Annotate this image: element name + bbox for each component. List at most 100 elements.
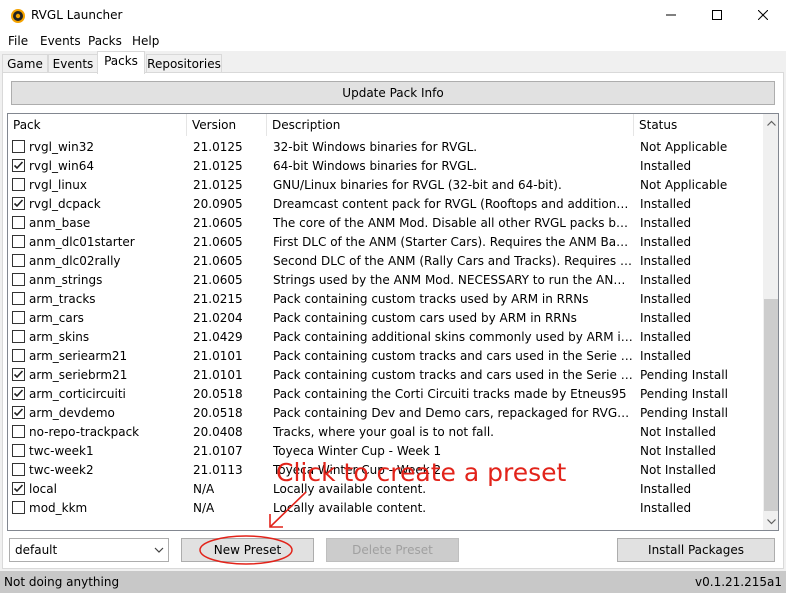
pack-status: Installed <box>640 159 692 173</box>
row-checkbox[interactable] <box>12 273 25 286</box>
row-checkbox[interactable] <box>12 254 25 267</box>
column-header-version[interactable]: Version <box>187 114 267 136</box>
pack-status: Installed <box>640 292 692 306</box>
tab-events[interactable]: Events <box>48 54 98 73</box>
pack-description: Pack containing custom tracks used by AR… <box>273 292 589 306</box>
table-row[interactable]: anm_dlc01starter 21.0605 First DLC of the … <box>8 232 763 251</box>
column-header-description[interactable]: Description <box>267 114 634 136</box>
pack-version: 21.0605 <box>193 216 243 230</box>
checkmark-icon <box>13 389 24 398</box>
menu-events[interactable]: Events <box>40 34 81 48</box>
table-row[interactable]: rvgl_win64 21.0125 64-bit Windows binaries… <box>8 156 763 175</box>
table-row[interactable]: arm_seriebrm21 21.0101 Pack containing cus… <box>8 365 763 384</box>
row-checkbox[interactable] <box>12 482 25 495</box>
checkmark-icon <box>13 484 24 493</box>
pack-version: 21.0101 <box>193 349 243 363</box>
row-checkbox[interactable] <box>12 444 25 457</box>
row-checkbox[interactable] <box>12 197 25 210</box>
preset-dropdown[interactable]: default <box>9 538 169 562</box>
menu-packs[interactable]: Packs <box>88 34 122 48</box>
row-checkbox[interactable] <box>12 140 25 153</box>
pack-name: arm_skins <box>29 330 90 344</box>
version-label: v0.1.21.215a1 <box>695 575 782 589</box>
table-row[interactable]: no-repo-trackpack 20.0408 Tracks, where yo… <box>8 422 763 441</box>
pack-version: 21.0125 <box>193 159 243 173</box>
pack-description: 64-bit Windows binaries for RVGL. <box>273 159 478 173</box>
pack-name: rvgl_win32 <box>29 140 95 154</box>
row-checkbox[interactable] <box>12 349 25 362</box>
row-checkbox[interactable] <box>12 216 25 229</box>
pack-description: 32-bit Windows binaries for RVGL. <box>273 140 478 154</box>
table-row[interactable]: mod_kkm N/A Locally available content. Inst… <box>8 498 763 517</box>
minimize-button[interactable] <box>648 0 694 30</box>
pack-version: 21.0215 <box>193 292 243 306</box>
pack-version: 21.0429 <box>193 330 243 344</box>
tab-game[interactable]: Game <box>2 54 48 73</box>
pack-name: arm_devdemo <box>29 406 115 420</box>
table-row[interactable]: anm_strings 21.0605 Strings used by the AN… <box>8 270 763 289</box>
row-checkbox[interactable] <box>12 406 25 419</box>
pack-name: twc-week1 <box>29 444 94 458</box>
scroll-down-button[interactable] <box>763 513 778 530</box>
pack-name: no-repo-trackpack <box>29 425 140 439</box>
pack-version: 20.0905 <box>193 197 243 211</box>
table-row[interactable]: arm_seriearm21 21.0101 Pack containing cus… <box>8 346 763 365</box>
tab-packs[interactable]: Packs <box>97 51 145 74</box>
table-row[interactable]: anm_base 21.0605 The core of the ANM Mod. … <box>8 213 763 232</box>
row-checkbox[interactable] <box>12 311 25 324</box>
column-header-pack[interactable]: Pack <box>8 114 187 136</box>
close-button[interactable] <box>740 0 786 30</box>
row-checkbox[interactable] <box>12 330 25 343</box>
pack-name: arm_seriearm21 <box>29 349 128 363</box>
pack-version: 20.0518 <box>193 387 243 401</box>
pack-name: anm_strings <box>29 273 103 287</box>
maximize-button[interactable] <box>694 0 740 30</box>
row-checkbox[interactable] <box>12 368 25 381</box>
menu-file[interactable]: File <box>8 34 28 48</box>
table-row[interactable]: anm_dlc02rally 21.0605 Second DLC of the A… <box>8 251 763 270</box>
install-packages-button[interactable]: Install Packages <box>617 538 775 562</box>
pack-description: Pack containing Dev and Demo cars, repac… <box>273 406 633 420</box>
table-row[interactable]: arm_corticircuiti 20.0518 Pack containing … <box>8 384 763 403</box>
row-checkbox[interactable] <box>12 292 25 305</box>
vertical-scrollbar[interactable] <box>763 114 778 530</box>
scroll-up-button[interactable] <box>763 114 778 131</box>
menu-help[interactable]: Help <box>132 34 159 48</box>
scrollbar-thumb[interactable] <box>764 299 778 511</box>
row-checkbox[interactable] <box>12 425 25 438</box>
preset-selected-value: default <box>15 543 58 557</box>
pack-status: Not Installed <box>640 463 716 477</box>
pack-name: rvgl_dcpack <box>29 197 101 211</box>
pack-description: Dreamcast content pack for RVGL (Rooftop… <box>273 197 633 211</box>
row-checkbox[interactable] <box>12 501 25 514</box>
pack-status: Installed <box>640 216 692 230</box>
column-header-status[interactable]: Status <box>634 114 763 136</box>
pack-description: Pack containing custom cars used by ARM … <box>273 311 577 325</box>
pack-name: anm_dlc02rally <box>29 254 121 268</box>
pack-status: Not Installed <box>640 444 716 458</box>
pack-name: arm_corticircuiti <box>29 387 126 401</box>
menu-bar: File Events Packs Help <box>0 30 786 51</box>
table-row[interactable]: rvgl_linux 21.0125 GNU/Linux binaries for … <box>8 175 763 194</box>
table-row[interactable]: arm_skins 21.0429 Pack containing addition… <box>8 327 763 346</box>
pack-description: The core of the ANM Mod. Disable all oth… <box>273 216 633 230</box>
pack-description: Pack containing the Corti Circuiti track… <box>273 387 627 401</box>
new-preset-button[interactable]: New Preset <box>181 538 314 562</box>
table-row[interactable]: rvgl_dcpack 20.0905 Dreamcast content pack… <box>8 194 763 213</box>
row-checkbox[interactable] <box>12 387 25 400</box>
update-pack-info-button[interactable]: Update Pack Info <box>11 81 775 105</box>
table-row[interactable]: rvgl_win32 21.0125 32-bit Windows binaries… <box>8 137 763 156</box>
tab-repositories[interactable]: Repositories <box>146 54 222 73</box>
table-row[interactable]: arm_devdemo 20.0518 Pack containing Dev an… <box>8 403 763 422</box>
status-bar: Not doing anything v0.1.21.215a1 <box>0 571 786 593</box>
row-checkbox[interactable] <box>12 235 25 248</box>
pack-name: anm_dlc01starter <box>29 235 135 249</box>
pack-version: 21.0101 <box>193 368 243 382</box>
row-checkbox[interactable] <box>12 159 25 172</box>
row-checkbox[interactable] <box>12 463 25 476</box>
pack-name: twc-week2 <box>29 463 94 477</box>
table-row[interactable]: arm_cars 21.0204 Pack containing custom ca… <box>8 308 763 327</box>
table-row[interactable]: arm_tracks 21.0215 Pack containing custom … <box>8 289 763 308</box>
row-checkbox[interactable] <box>12 178 25 191</box>
tab-strip: Game Events Packs Repositories <box>0 51 786 74</box>
